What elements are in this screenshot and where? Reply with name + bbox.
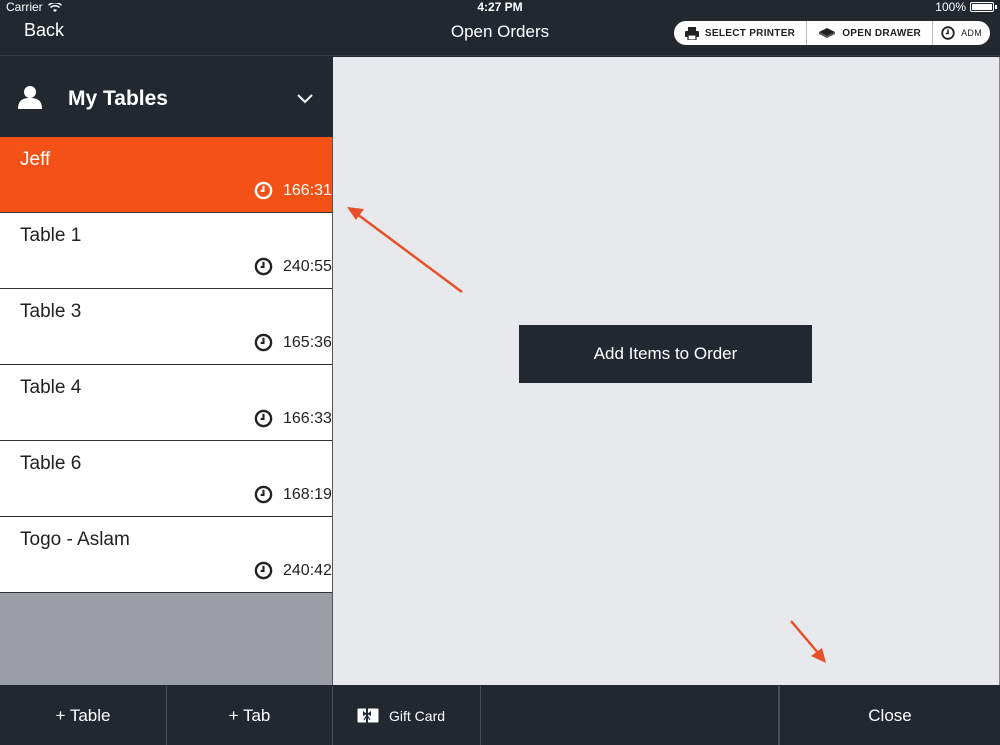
elapsed-time: 166:31	[283, 181, 332, 199]
table-timer: 166:31	[254, 181, 332, 200]
gift-card-icon	[357, 708, 379, 723]
gift-card-label: Gift Card	[389, 707, 446, 724]
table-row-table-3[interactable]: Table 3 165:36	[0, 289, 332, 365]
open-drawer-label: OPEN DRAWER	[842, 27, 922, 39]
clock-icon	[941, 26, 955, 40]
bottom-toolbar: + Table + Tab Gift Card Close	[0, 686, 1000, 745]
clock-icon	[254, 485, 273, 504]
clock-icon	[254, 561, 273, 580]
table-timer: 165:36	[254, 333, 332, 352]
open-drawer-button[interactable]: OPEN DRAWER	[806, 21, 932, 45]
table-name: Table 4	[20, 377, 82, 398]
user-timeclock-button[interactable]: ADM	[932, 21, 990, 45]
table-name: Table 1	[20, 225, 82, 246]
printer-icon	[684, 26, 699, 40]
clock-icon	[254, 181, 273, 200]
table-name: Table 3	[20, 301, 82, 322]
select-printer-label: SELECT PRINTER	[704, 27, 796, 39]
table-name: Jeff	[20, 149, 51, 170]
tables-sidebar: My Tables Jeff 166:31 Table 1 240:55 Tab…	[0, 57, 333, 685]
nav-bar: Back Open Orders SELECT PRINTER OPEN DRA…	[0, 14, 1000, 56]
table-row-jeff[interactable]: Jeff 166:31	[0, 137, 332, 213]
my-tables-title: My Tables	[68, 87, 168, 110]
table-timer: 240:55	[254, 257, 332, 276]
elapsed-time: 168:19	[283, 485, 332, 503]
clock-icon	[254, 333, 273, 352]
add-tab-button[interactable]: + Tab	[167, 686, 333, 745]
toolbar-spacer	[481, 686, 779, 745]
select-printer-button[interactable]: SELECT PRINTER	[674, 21, 806, 45]
battery-icon	[970, 2, 997, 12]
status-bar: Carrier 4:27 PM 100%	[0, 0, 1000, 14]
elapsed-time: 240:55	[283, 257, 332, 275]
elapsed-time: 165:36	[283, 333, 332, 351]
table-list: Jeff 166:31 Table 1 240:55 Table 3 165:3…	[0, 137, 332, 593]
table-row-table-1[interactable]: Table 1 240:55	[0, 213, 332, 289]
table-name: Togo - Aslam	[20, 529, 130, 550]
chevron-down-icon	[297, 91, 313, 109]
order-panel: Add Items to Order	[333, 57, 1000, 685]
user-icon	[18, 85, 42, 114]
table-row-table-4[interactable]: Table 4 166:33	[0, 365, 332, 441]
drawer-icon	[819, 28, 836, 38]
table-timer: 168:19	[254, 485, 332, 504]
user-label: ADM	[961, 28, 982, 38]
table-timer: 240:42	[254, 561, 332, 580]
elapsed-time: 240:42	[283, 561, 332, 579]
table-row-togo-aslam[interactable]: Togo - Aslam 240:42	[0, 517, 332, 593]
battery-percent: 100%	[935, 0, 966, 14]
table-name: Table 6	[20, 453, 82, 474]
clock-icon	[254, 409, 273, 428]
table-timer: 166:33	[254, 409, 332, 428]
gift-card-button[interactable]: Gift Card	[333, 686, 481, 745]
clock-time: 4:27 PM	[477, 0, 523, 14]
nav-action-group: SELECT PRINTER OPEN DRAWER ADM	[673, 21, 990, 45]
close-button[interactable]: Close	[779, 686, 1000, 745]
my-tables-dropdown[interactable]: My Tables	[0, 57, 333, 137]
elapsed-time: 166:33	[283, 409, 332, 427]
add-table-button[interactable]: + Table	[0, 686, 167, 745]
add-items-button[interactable]: Add Items to Order	[519, 325, 812, 383]
table-row-table-6[interactable]: Table 6 168:19	[0, 441, 332, 517]
clock-icon	[254, 257, 273, 276]
